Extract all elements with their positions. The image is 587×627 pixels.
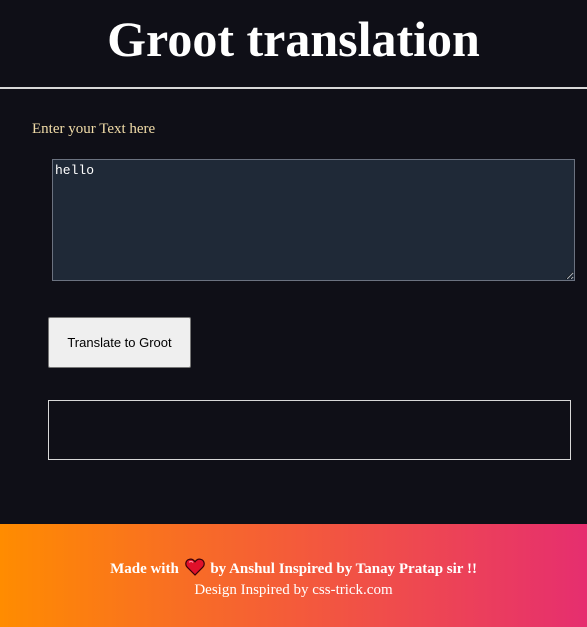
footer-design-credit: Design Inspired by css-trick.com bbox=[194, 582, 393, 598]
footer-credit-line: Made with by Anshul Inspired by Tanay Pr… bbox=[0, 558, 587, 582]
heart-icon bbox=[184, 558, 205, 582]
input-label: Enter your Text here bbox=[32, 121, 156, 137]
footer: Made with by Anshul Inspired by Tanay Pr… bbox=[0, 524, 587, 627]
page-header: Groot translation bbox=[0, 0, 587, 89]
translate-button[interactable]: Translate to Groot bbox=[48, 317, 191, 368]
output-box bbox=[48, 400, 571, 460]
footer-made-with: Made with bbox=[110, 561, 179, 577]
text-input[interactable] bbox=[52, 159, 575, 281]
footer-author-credit: by Anshul Inspired by Tanay Pratap sir !… bbox=[210, 561, 477, 577]
page-title: Groot translation bbox=[107, 11, 480, 67]
